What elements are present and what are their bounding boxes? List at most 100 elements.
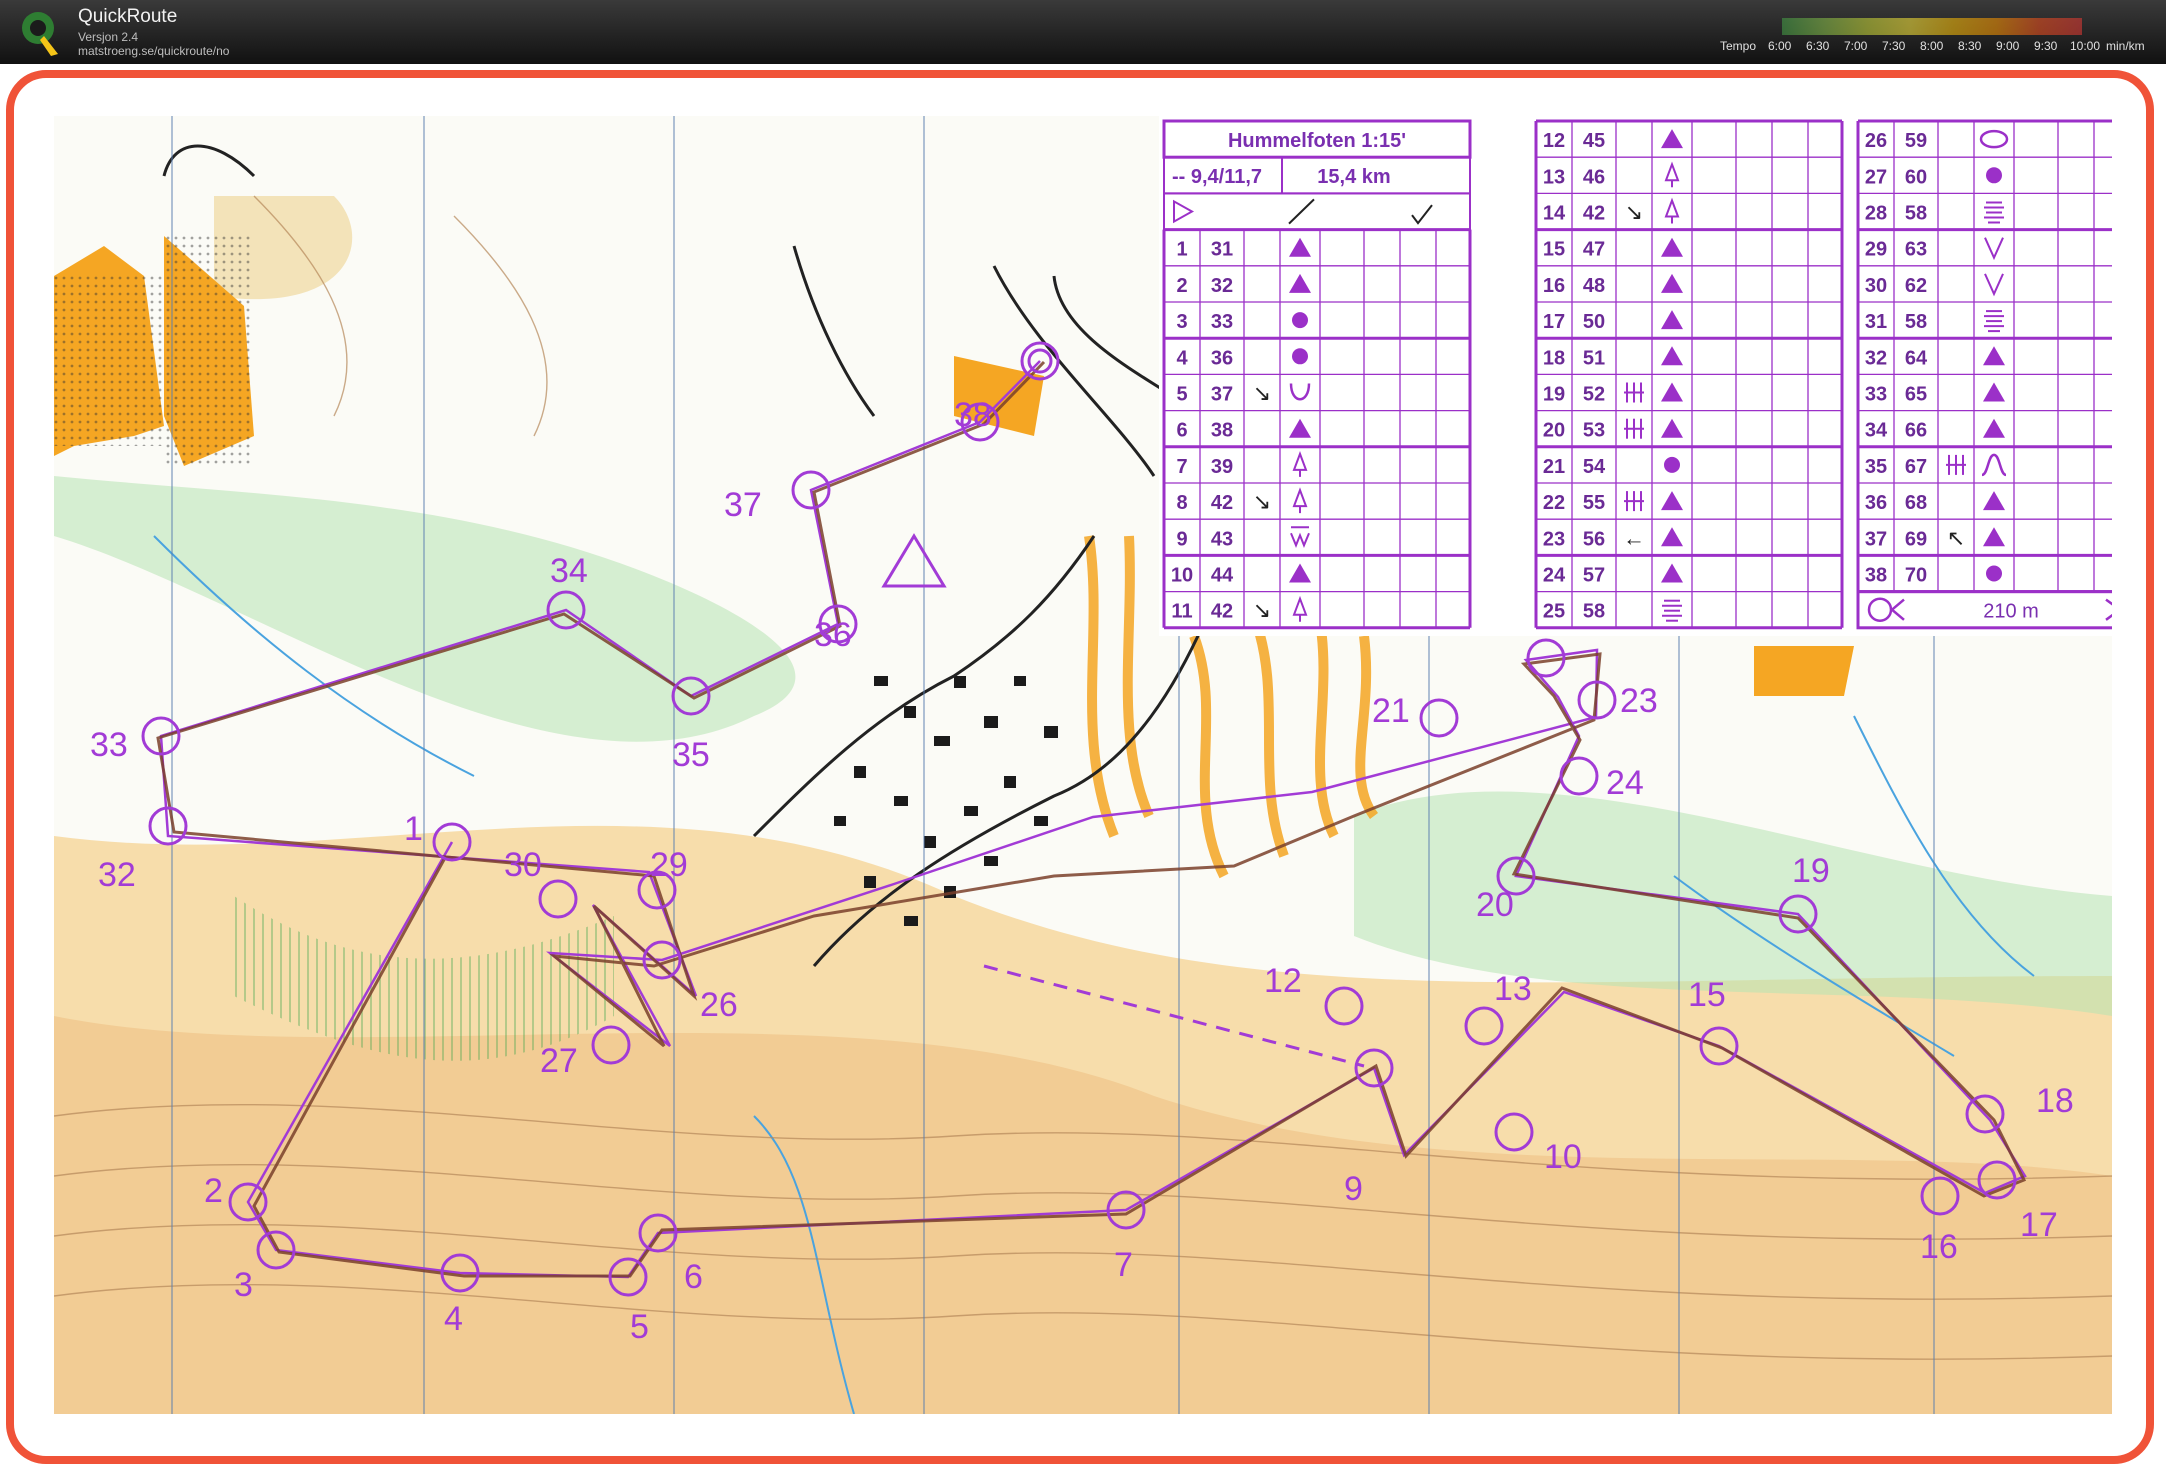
title-bar: QuickRoute Versjon 2.4 matstroeng.se/qui… <box>0 0 2166 64</box>
description-control-number: 20 <box>1543 420 1565 442</box>
description-control-number: 11 <box>1171 601 1192 623</box>
finish-distance: 210 m <box>1983 601 2039 623</box>
control-number-label: 29 <box>650 846 688 884</box>
description-control-code: 36 <box>1211 347 1233 369</box>
control-number-label: 27 <box>540 1042 578 1080</box>
description-control-code: 52 <box>1583 384 1605 406</box>
description-control-code: 66 <box>1905 420 1927 442</box>
description-control-code: 31 <box>1211 239 1233 261</box>
description-control-number: 9 <box>1176 528 1187 550</box>
symbol-boulder-icon <box>1664 456 1680 473</box>
control-description-sheet: Hummelfoten 1:15'-- 9,4/11,7 15,4 km1 312 3… <box>1159 116 2112 636</box>
description-control-number: 23 <box>1543 528 1565 550</box>
description-control-number: 38 <box>1865 565 1887 587</box>
description-control-code: 53 <box>1583 420 1605 442</box>
description-control-code: 50 <box>1583 311 1605 333</box>
description-control-number: 19 <box>1543 384 1565 406</box>
description-control-number: 27 <box>1865 166 1887 188</box>
control-number-label: 7 <box>1114 1246 1133 1284</box>
app-name: QuickRoute <box>78 6 178 27</box>
description-control-number: 7 <box>1176 456 1187 478</box>
symbol-between-icon <box>1946 454 1966 475</box>
description-control-number: 1 <box>1176 239 1187 261</box>
control-number-label: 26 <box>700 986 738 1024</box>
description-control-code: 70 <box>1905 565 1927 587</box>
description-control-number: 25 <box>1543 601 1565 623</box>
description-control-number: 21 <box>1543 456 1565 478</box>
direction-arrow-icon: ↘ <box>1253 489 1271 514</box>
tempo-tick-label: 6:30 <box>1806 39 1830 53</box>
control-number-label: 4 <box>444 1300 463 1338</box>
description-control-number: 33 <box>1865 384 1887 406</box>
description-control-number: 29 <box>1865 239 1887 261</box>
direction-arrow-icon: ↘ <box>1625 200 1643 225</box>
description-control-number: 2 <box>1176 275 1187 297</box>
description-control-number: 8 <box>1176 492 1187 514</box>
description-control-number: 30 <box>1865 275 1887 297</box>
control-number-label: 32 <box>98 856 136 894</box>
tempo-tick-label: 8:30 <box>1958 39 1982 53</box>
symbol-between-icon <box>1624 382 1644 403</box>
description-control-code: 43 <box>1211 528 1233 550</box>
symbol-boulder-icon <box>1986 565 2002 582</box>
description-control-number: 10 <box>1171 565 1193 587</box>
app-url: matstroeng.se/quickroute/no <box>78 44 230 58</box>
symbol-between-icon <box>1624 418 1644 439</box>
description-control-code: 64 <box>1905 347 1928 369</box>
course-climb: -- 9,4/11,7 <box>1172 166 1262 188</box>
control-number-label: 21 <box>1372 692 1410 730</box>
description-control-code: 46 <box>1583 166 1605 188</box>
control-number-label: 16 <box>1920 1228 1958 1266</box>
description-control-code: 38 <box>1211 420 1233 442</box>
tempo-tick-label: 10:00 <box>2070 39 2101 53</box>
tempo-label: Tempo <box>1720 39 1757 53</box>
description-control-number: 35 <box>1865 456 1887 478</box>
app-version: Versjon 2.4 <box>78 30 139 44</box>
control-number-label: 36 <box>814 616 852 654</box>
direction-arrow-icon: ↘ <box>1253 381 1271 406</box>
tempo-unit: min/km <box>2106 39 2145 53</box>
description-control-number: 18 <box>1543 347 1565 369</box>
direction-arrow-icon: ↖ <box>1947 525 1965 550</box>
description-control-number: 12 <box>1543 130 1565 152</box>
control-number-label: 19 <box>1792 852 1830 890</box>
control-number-label: 30 <box>504 846 542 884</box>
description-control-number: 14 <box>1543 203 1566 225</box>
orienteering-map[interactable]: 1234567910121315161718192021222324262729… <box>54 116 2112 1414</box>
course-length: 15,4 km <box>1317 166 1390 188</box>
control-number-label: 13 <box>1494 970 1532 1008</box>
description-control-code: 69 <box>1905 528 1927 550</box>
control-number-label: 34 <box>550 552 588 590</box>
course-title: Hummelfoten 1:15' <box>1228 130 1406 152</box>
description-control-code: 44 <box>1211 565 1234 587</box>
direction-arrow-icon: ↘ <box>1253 598 1271 623</box>
control-number-label: 9 <box>1344 1170 1363 1208</box>
symbol-boulder-icon <box>1292 348 1308 365</box>
control-number-label: 33 <box>90 726 128 764</box>
description-control-code: 58 <box>1905 311 1927 333</box>
description-control-number: 32 <box>1865 347 1887 369</box>
description-control-number: 28 <box>1865 203 1887 225</box>
description-control-code: 42 <box>1211 601 1233 623</box>
description-control-number: 16 <box>1543 275 1565 297</box>
tempo-tick-label: 9:30 <box>2034 39 2058 53</box>
description-control-code: 42 <box>1211 492 1233 514</box>
description-control-code: 45 <box>1583 130 1605 152</box>
description-control-code: 37 <box>1211 384 1233 406</box>
description-control-number: 36 <box>1865 492 1887 514</box>
tempo-tick-label: 9:00 <box>1996 39 2020 53</box>
control-number-label: 6 <box>684 1258 703 1296</box>
description-control-code: 39 <box>1211 456 1233 478</box>
description-control-code: 57 <box>1583 565 1605 587</box>
description-control-number: 22 <box>1543 492 1565 514</box>
description-control-number: 17 <box>1543 311 1565 333</box>
description-control-number: 31 <box>1865 311 1887 333</box>
description-control-code: 55 <box>1583 492 1605 514</box>
quickroute-logo-icon <box>22 12 58 56</box>
description-control-code: 60 <box>1905 166 1927 188</box>
symbol-boulder-icon <box>1986 167 2002 184</box>
direction-arrow-icon: ← <box>1623 525 1645 550</box>
control-number-label: 20 <box>1476 886 1514 924</box>
tempo-tick-label: 7:30 <box>1882 39 1906 53</box>
description-control-code: 67 <box>1905 456 1927 478</box>
